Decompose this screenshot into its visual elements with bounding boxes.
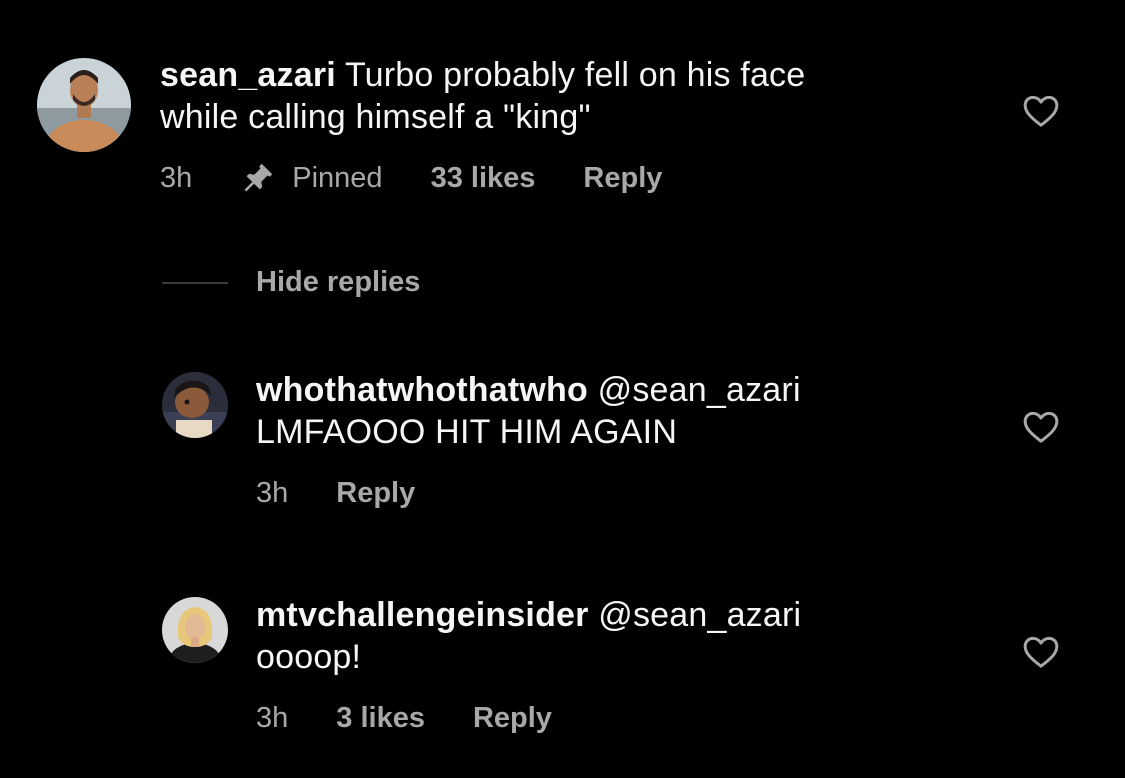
avatar-image <box>37 58 131 152</box>
avatar-whothatwhothatwho[interactable] <box>162 372 228 438</box>
comment-text-line2: while calling himself a "king" <box>160 98 591 136</box>
comment-meta: 3h Pinned 33 likes Reply <box>160 158 710 198</box>
pushpin-icon <box>240 160 276 196</box>
heart-outline-icon[interactable] <box>1021 91 1061 131</box>
avatar-image <box>162 597 228 663</box>
reply-reply-button[interactable]: Reply <box>336 477 415 510</box>
hide-replies-button[interactable]: Hide replies <box>256 266 420 299</box>
reply-mention[interactable]: @sean_azari <box>589 596 802 634</box>
reply-body: mtvchallengeinsider @sean_azari oooop! <box>256 594 996 678</box>
hide-replies-divider <box>162 282 228 284</box>
heart-outline-icon[interactable] <box>1021 632 1061 672</box>
comment-text-line1: Turbo probably fell on his face <box>335 56 806 94</box>
heart-outline-icon[interactable] <box>1021 407 1061 447</box>
avatar-image <box>162 372 228 438</box>
reply-likes[interactable]: 3 likes <box>336 702 425 735</box>
pinned-label: Pinned <box>292 161 383 194</box>
comment-likes[interactable]: 33 likes <box>431 162 536 195</box>
reply-timestamp: 3h <box>256 476 289 509</box>
reply-text: LMFAOOO HIT HIM AGAIN <box>256 413 678 451</box>
comment-body: sean_azari Turbo probably fell on his fa… <box>160 54 980 138</box>
reply-username[interactable]: mtvchallengeinsider <box>256 596 589 634</box>
reply-text: oooop! <box>256 638 362 676</box>
comment-reply-button[interactable]: Reply <box>583 162 662 195</box>
comment-username[interactable]: sean_azari <box>160 56 336 94</box>
reply-username[interactable]: whothatwhothatwho <box>256 371 588 409</box>
reply-timestamp: 3h <box>256 701 289 734</box>
reply-mention[interactable]: @sean_azari <box>588 371 801 409</box>
comment-timestamp: 3h <box>160 161 193 194</box>
reply-meta: 3h Reply <box>256 473 463 513</box>
reply-body: whothatwhothatwho @sean_azari LMFAOOO HI… <box>256 369 996 453</box>
avatar-sean-azari[interactable] <box>37 58 131 152</box>
avatar-mtvchallengeinsider[interactable] <box>162 597 228 663</box>
reply-meta: 3h 3 likes Reply <box>256 698 600 738</box>
reply-reply-button[interactable]: Reply <box>473 702 552 735</box>
